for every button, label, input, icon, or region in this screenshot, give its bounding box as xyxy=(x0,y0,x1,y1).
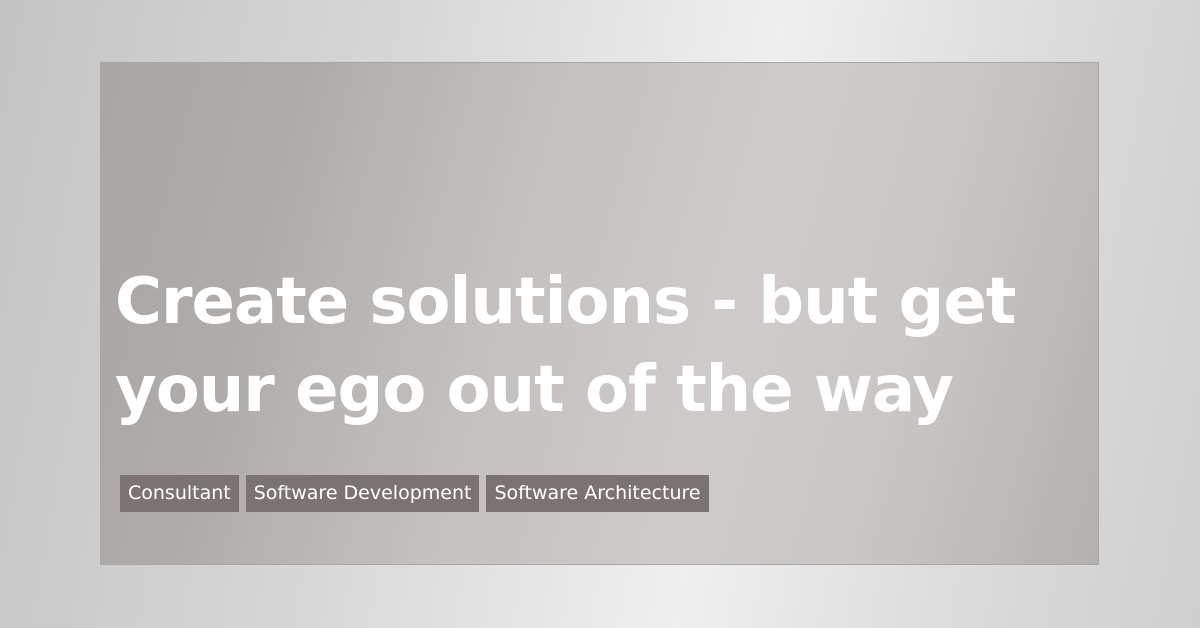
featured-image-card: Create solutions - but get your ego out … xyxy=(100,62,1099,565)
tag-software-architecture[interactable]: Software Architecture xyxy=(486,475,709,512)
tag-list: Consultant Software Development Software… xyxy=(120,475,709,512)
post-title: Create solutions - but get your ego out … xyxy=(115,258,1075,434)
post-title-line-2: your ego out of the way xyxy=(115,353,954,427)
tag-consultant[interactable]: Consultant xyxy=(120,475,239,512)
post-title-line-1: Create solutions - but get xyxy=(115,265,1016,339)
tag-software-development[interactable]: Software Development xyxy=(245,475,480,512)
